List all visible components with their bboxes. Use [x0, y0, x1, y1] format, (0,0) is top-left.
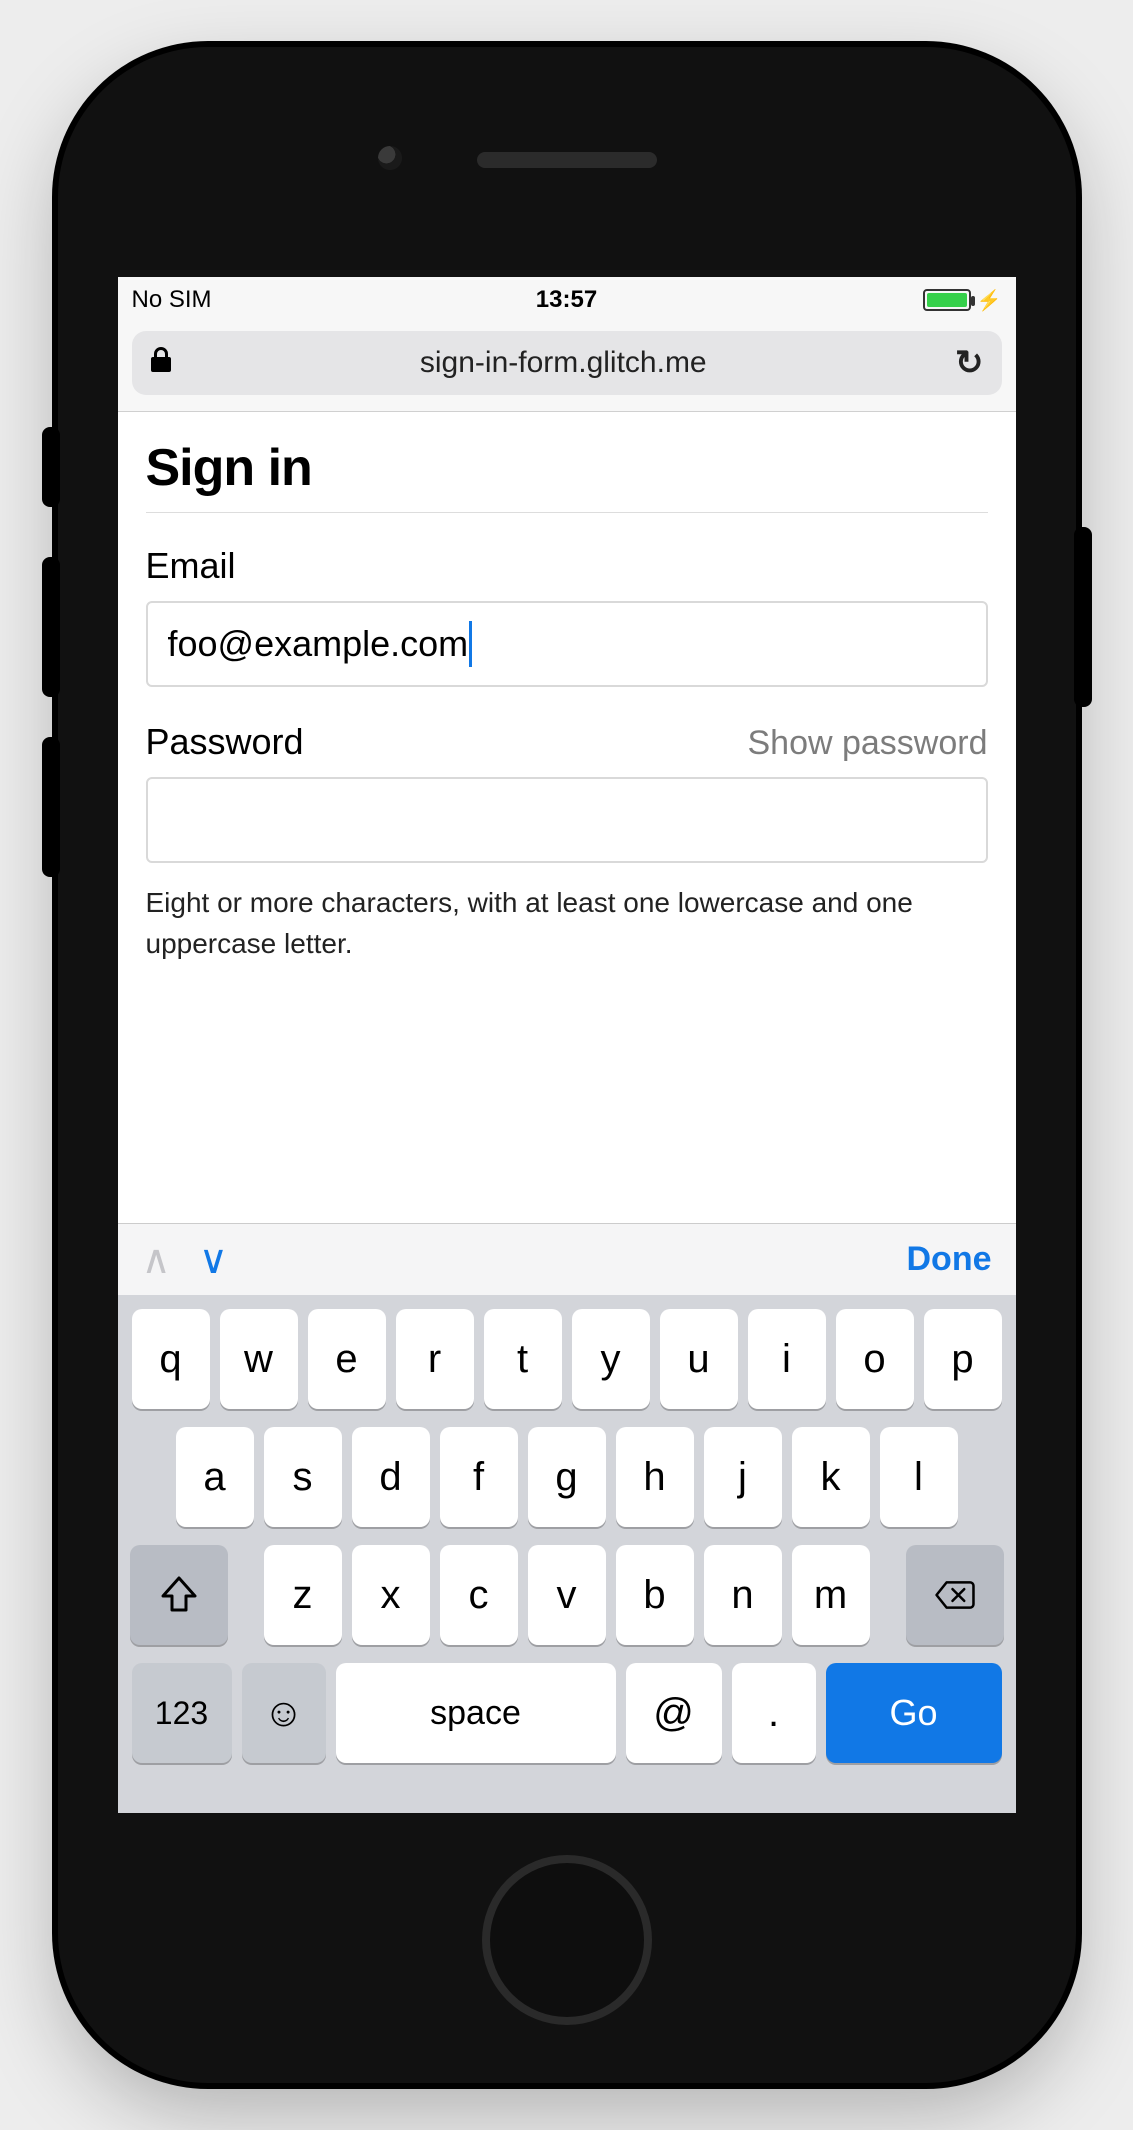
shift-key[interactable] [130, 1545, 228, 1645]
key-v[interactable]: v [528, 1545, 606, 1645]
email-value: foo@example.com [168, 623, 469, 665]
key-c[interactable]: c [440, 1545, 518, 1645]
key-z[interactable]: z [264, 1545, 342, 1645]
address-bar-url: sign-in-form.glitch.me [182, 346, 946, 380]
volume-up-button[interactable] [42, 557, 60, 697]
battery-icon [923, 289, 971, 311]
key-u[interactable]: u [660, 1309, 738, 1409]
password-field[interactable] [146, 777, 988, 863]
key-l[interactable]: l [880, 1427, 958, 1527]
backspace-key[interactable] [906, 1545, 1004, 1645]
key-f[interactable]: f [440, 1427, 518, 1527]
key-h[interactable]: h [616, 1427, 694, 1527]
email-label: Email [146, 545, 988, 587]
key-k[interactable]: k [792, 1427, 870, 1527]
status-bar: No SIM 13:57 ⚡ [118, 277, 1016, 323]
status-carrier: No SIM [132, 286, 422, 314]
key-w[interactable]: w [220, 1309, 298, 1409]
text-caret [469, 621, 472, 667]
key-d[interactable]: d [352, 1427, 430, 1527]
phone-frame: No SIM 13:57 ⚡ sign-in-form.glitch.me ↻ … [58, 47, 1076, 2083]
volume-down-button[interactable] [42, 737, 60, 877]
key-j[interactable]: j [704, 1427, 782, 1527]
power-button[interactable] [1074, 527, 1092, 707]
status-time: 13:57 [422, 286, 712, 314]
space-key[interactable]: space [336, 1663, 616, 1763]
key-x[interactable]: x [352, 1545, 430, 1645]
go-key[interactable]: Go [826, 1663, 1002, 1763]
key-y[interactable]: y [572, 1309, 650, 1409]
key-t[interactable]: t [484, 1309, 562, 1409]
prev-field-button: ∧ [142, 1237, 171, 1283]
key-b[interactable]: b [616, 1545, 694, 1645]
software-keyboard: qwertyuiop asdfghjkl zxcvbnm 123 ☺ space… [118, 1295, 1016, 1813]
browser-toolbar: sign-in-form.glitch.me ↻ [118, 323, 1016, 412]
keyboard-done-button[interactable]: Done [907, 1240, 992, 1279]
password-hint: Eight or more characters, with at least … [146, 883, 988, 964]
charging-icon: ⚡ [977, 288, 1002, 313]
email-field[interactable]: foo@example.com [146, 601, 988, 687]
screen: No SIM 13:57 ⚡ sign-in-form.glitch.me ↻ … [118, 277, 1016, 1813]
key-r[interactable]: r [396, 1309, 474, 1409]
home-button[interactable] [482, 1855, 652, 2025]
page-title: Sign in [146, 438, 988, 513]
key-g[interactable]: g [528, 1427, 606, 1527]
at-key[interactable]: @ [626, 1663, 722, 1763]
dot-key[interactable]: . [732, 1663, 816, 1763]
key-n[interactable]: n [704, 1545, 782, 1645]
front-camera [378, 146, 402, 170]
key-i[interactable]: i [748, 1309, 826, 1409]
key-q[interactable]: q [132, 1309, 210, 1409]
lock-icon [150, 347, 172, 380]
numeric-key[interactable]: 123 [132, 1663, 232, 1763]
address-bar[interactable]: sign-in-form.glitch.me ↻ [132, 331, 1002, 395]
key-p[interactable]: p [924, 1309, 1002, 1409]
key-s[interactable]: s [264, 1427, 342, 1527]
speaker-grill [477, 152, 657, 168]
emoji-key[interactable]: ☺ [242, 1663, 326, 1763]
show-password-toggle[interactable]: Show password [747, 724, 987, 763]
next-field-button[interactable]: ∨ [199, 1237, 228, 1283]
key-o[interactable]: o [836, 1309, 914, 1409]
key-a[interactable]: a [176, 1427, 254, 1527]
page-content: Sign in Email foo@example.com Password S… [118, 412, 1016, 964]
key-e[interactable]: e [308, 1309, 386, 1409]
key-m[interactable]: m [792, 1545, 870, 1645]
reload-button[interactable]: ↻ [955, 343, 984, 383]
password-label: Password [146, 721, 304, 763]
mute-switch[interactable] [42, 427, 60, 507]
keyboard-accessory-bar: ∧ ∨ Done [118, 1223, 1016, 1295]
